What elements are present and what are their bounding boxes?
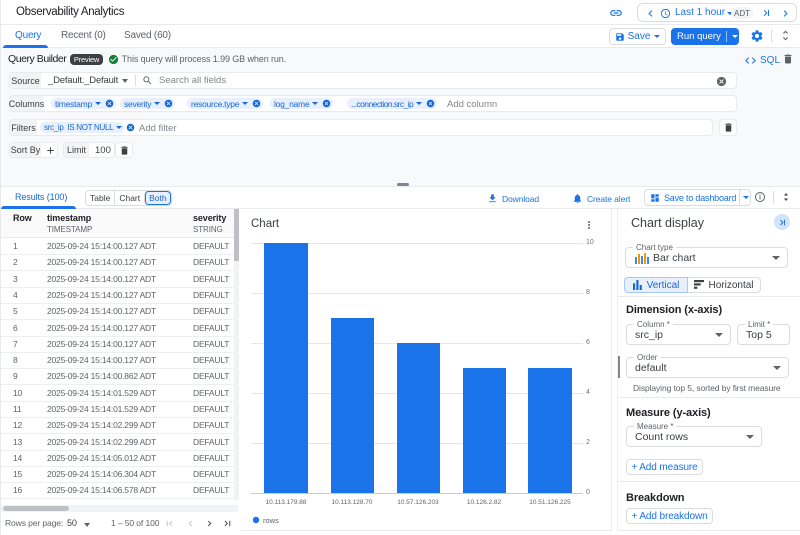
svg-text:10.113.128.70: 10.113.128.70	[331, 499, 372, 506]
svg-text:4: 4	[586, 389, 590, 396]
svg-text:10.51.126.225: 10.51.126.225	[529, 499, 571, 506]
svg-text:10.113.179.88: 10.113.179.88	[265, 499, 306, 506]
svg-text:2: 2	[586, 439, 590, 446]
svg-text:6: 6	[586, 339, 590, 346]
svg-text:0: 0	[586, 489, 590, 496]
svg-text:rows: rows	[263, 516, 279, 525]
svg-text:10.126.2.82: 10.126.2.82	[467, 499, 502, 506]
svg-text:8: 8	[586, 289, 590, 296]
svg-text:10.57.126.203: 10.57.126.203	[397, 499, 439, 506]
svg-text:10: 10	[586, 239, 594, 246]
